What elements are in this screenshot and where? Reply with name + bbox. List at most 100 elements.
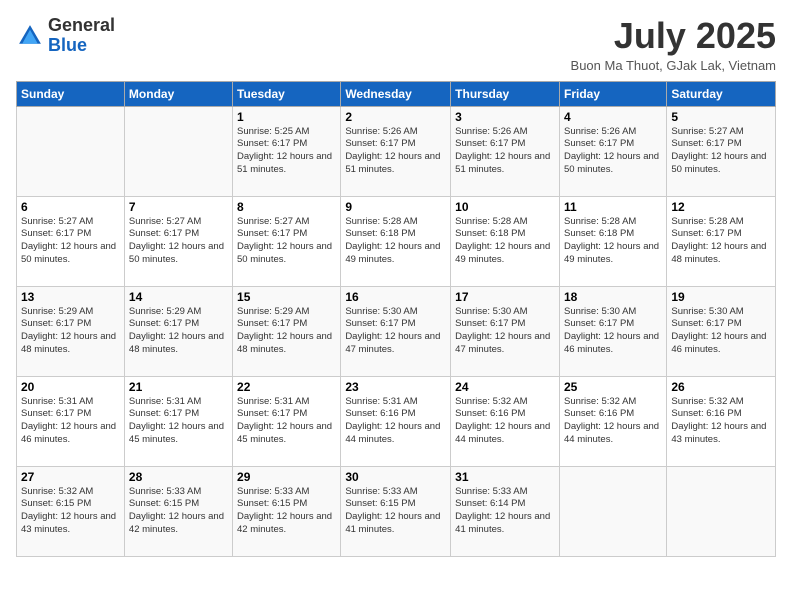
calendar-cell: 2 Sunrise: 5:26 AM Sunset: 6:17 PM Daylig… xyxy=(341,106,451,196)
day-number: 6 xyxy=(21,200,120,214)
day-info: Sunrise: 5:30 AM Sunset: 6:17 PM Dayligh… xyxy=(345,306,446,357)
calendar-header: SundayMondayTuesdayWednesdayThursdayFrid… xyxy=(17,81,776,106)
weekday-header-friday: Friday xyxy=(559,81,666,106)
calendar-cell: 30 Sunrise: 5:33 AM Sunset: 6:15 PM Dayli… xyxy=(341,466,451,556)
calendar-cell: 10Sunrise: 5:28 AM Sunset: 6:18 PM Dayli… xyxy=(451,196,560,286)
calendar-week-4: 20Sunrise: 5:31 AM Sunset: 6:17 PM Dayli… xyxy=(17,376,776,466)
day-info: Sunrise: 5:27 AM Sunset: 6:17 PM Dayligh… xyxy=(21,216,120,267)
calendar-cell: 23Sunrise: 5:31 AM Sunset: 6:16 PM Dayli… xyxy=(341,376,451,466)
calendar-cell xyxy=(667,466,776,556)
calendar-cell: 24Sunrise: 5:32 AM Sunset: 6:16 PM Dayli… xyxy=(451,376,560,466)
day-info: Sunrise: 5:33 AM Sunset: 6:15 PM Dayligh… xyxy=(237,486,336,537)
calendar-cell xyxy=(17,106,125,196)
day-info: Sunrise: 5:28 AM Sunset: 6:18 PM Dayligh… xyxy=(345,216,446,267)
day-number: 12 xyxy=(671,200,771,214)
title-block: July 2025 Buon Ma Thuot, GJak Lak, Vietn… xyxy=(571,16,776,73)
day-number: 15 xyxy=(237,290,336,304)
month-title: July 2025 xyxy=(571,16,776,56)
day-number: 31 xyxy=(455,470,555,484)
day-number: 7 xyxy=(129,200,228,214)
day-number: 20 xyxy=(21,380,120,394)
day-info: Sunrise: 5:25 AM Sunset: 6:17 PM Dayligh… xyxy=(237,126,336,177)
weekday-header-thursday: Thursday xyxy=(451,81,560,106)
calendar-cell: 16Sunrise: 5:30 AM Sunset: 6:17 PM Dayli… xyxy=(341,286,451,376)
calendar-week-1: 1 Sunrise: 5:25 AM Sunset: 6:17 PM Daylig… xyxy=(17,106,776,196)
calendar-cell: 7 Sunrise: 5:27 AM Sunset: 6:17 PM Daylig… xyxy=(124,196,232,286)
page-header: General Blue July 2025 Buon Ma Thuot, GJ… xyxy=(16,16,776,73)
day-info: Sunrise: 5:29 AM Sunset: 6:17 PM Dayligh… xyxy=(237,306,336,357)
calendar-cell: 18 Sunrise: 5:30 AM Sunset: 6:17 PM Dayli… xyxy=(559,286,666,376)
day-info: Sunrise: 5:31 AM Sunset: 6:16 PM Dayligh… xyxy=(345,396,446,447)
calendar-cell: 17Sunrise: 5:30 AM Sunset: 6:17 PM Dayli… xyxy=(451,286,560,376)
location: Buon Ma Thuot, GJak Lak, Vietnam xyxy=(571,58,776,73)
day-info: Sunrise: 5:32 AM Sunset: 6:15 PM Dayligh… xyxy=(21,486,120,537)
day-info: Sunrise: 5:29 AM Sunset: 6:17 PM Dayligh… xyxy=(129,306,228,357)
day-info: Sunrise: 5:32 AM Sunset: 6:16 PM Dayligh… xyxy=(564,396,662,447)
day-info: Sunrise: 5:27 AM Sunset: 6:17 PM Dayligh… xyxy=(129,216,228,267)
day-number: 2 xyxy=(345,110,446,124)
day-number: 8 xyxy=(237,200,336,214)
calendar-cell: 4 Sunrise: 5:26 AM Sunset: 6:17 PM Daylig… xyxy=(559,106,666,196)
calendar-body: 1 Sunrise: 5:25 AM Sunset: 6:17 PM Daylig… xyxy=(17,106,776,556)
day-info: Sunrise: 5:30 AM Sunset: 6:17 PM Dayligh… xyxy=(564,306,662,357)
calendar-cell: 31 Sunrise: 5:33 AM Sunset: 6:14 PM Dayli… xyxy=(451,466,560,556)
calendar-cell: 20Sunrise: 5:31 AM Sunset: 6:17 PM Dayli… xyxy=(17,376,125,466)
day-info: Sunrise: 5:30 AM Sunset: 6:17 PM Dayligh… xyxy=(671,306,771,357)
calendar-cell: 26Sunrise: 5:32 AM Sunset: 6:16 PM Dayli… xyxy=(667,376,776,466)
day-info: Sunrise: 5:33 AM Sunset: 6:15 PM Dayligh… xyxy=(345,486,446,537)
day-info: Sunrise: 5:33 AM Sunset: 6:14 PM Dayligh… xyxy=(455,486,555,537)
day-number: 28 xyxy=(129,470,228,484)
weekday-header-wednesday: Wednesday xyxy=(341,81,451,106)
calendar-cell: 15 Sunrise: 5:29 AM Sunset: 6:17 PM Dayli… xyxy=(233,286,341,376)
day-number: 19 xyxy=(671,290,771,304)
day-number: 27 xyxy=(21,470,120,484)
weekday-header-tuesday: Tuesday xyxy=(233,81,341,106)
day-number: 18 xyxy=(564,290,662,304)
calendar-cell: 19 Sunrise: 5:30 AM Sunset: 6:17 PM Dayli… xyxy=(667,286,776,376)
calendar-cell: 5 Sunrise: 5:27 AM Sunset: 6:17 PM Daylig… xyxy=(667,106,776,196)
calendar-week-2: 6 Sunrise: 5:27 AM Sunset: 6:17 PM Daylig… xyxy=(17,196,776,286)
calendar-cell xyxy=(124,106,232,196)
day-number: 1 xyxy=(237,110,336,124)
calendar-cell: 27 Sunrise: 5:32 AM Sunset: 6:15 PM Dayli… xyxy=(17,466,125,556)
day-number: 4 xyxy=(564,110,662,124)
calendar-cell: 1 Sunrise: 5:25 AM Sunset: 6:17 PM Daylig… xyxy=(233,106,341,196)
day-number: 9 xyxy=(345,200,446,214)
day-info: Sunrise: 5:26 AM Sunset: 6:17 PM Dayligh… xyxy=(564,126,662,177)
calendar-cell: 22Sunrise: 5:31 AM Sunset: 6:17 PM Dayli… xyxy=(233,376,341,466)
weekday-header-monday: Monday xyxy=(124,81,232,106)
weekday-header-saturday: Saturday xyxy=(667,81,776,106)
day-number: 17 xyxy=(455,290,555,304)
day-number: 3 xyxy=(455,110,555,124)
calendar-cell: 25 Sunrise: 5:32 AM Sunset: 6:16 PM Dayli… xyxy=(559,376,666,466)
calendar-cell: 11 Sunrise: 5:28 AM Sunset: 6:18 PM Dayli… xyxy=(559,196,666,286)
calendar-cell: 8 Sunrise: 5:27 AM Sunset: 6:17 PM Daylig… xyxy=(233,196,341,286)
weekday-header-sunday: Sunday xyxy=(17,81,125,106)
day-number: 26 xyxy=(671,380,771,394)
day-number: 10 xyxy=(455,200,555,214)
calendar-cell: 14Sunrise: 5:29 AM Sunset: 6:17 PM Dayli… xyxy=(124,286,232,376)
calendar-cell: 13Sunrise: 5:29 AM Sunset: 6:17 PM Dayli… xyxy=(17,286,125,376)
day-info: Sunrise: 5:27 AM Sunset: 6:17 PM Dayligh… xyxy=(671,126,771,177)
day-info: Sunrise: 5:33 AM Sunset: 6:15 PM Dayligh… xyxy=(129,486,228,537)
header-row: SundayMondayTuesdayWednesdayThursdayFrid… xyxy=(17,81,776,106)
calendar-cell: 9 Sunrise: 5:28 AM Sunset: 6:18 PM Daylig… xyxy=(341,196,451,286)
calendar-week-5: 27 Sunrise: 5:32 AM Sunset: 6:15 PM Dayli… xyxy=(17,466,776,556)
day-info: Sunrise: 5:28 AM Sunset: 6:18 PM Dayligh… xyxy=(564,216,662,267)
day-number: 30 xyxy=(345,470,446,484)
day-number: 11 xyxy=(564,200,662,214)
day-info: Sunrise: 5:28 AM Sunset: 6:17 PM Dayligh… xyxy=(671,216,771,267)
calendar-cell: 29Sunrise: 5:33 AM Sunset: 6:15 PM Dayli… xyxy=(233,466,341,556)
calendar-cell: 28 Sunrise: 5:33 AM Sunset: 6:15 PM Dayli… xyxy=(124,466,232,556)
calendar-week-3: 13Sunrise: 5:29 AM Sunset: 6:17 PM Dayli… xyxy=(17,286,776,376)
day-number: 25 xyxy=(564,380,662,394)
logo: General Blue xyxy=(16,16,115,56)
calendar-table: SundayMondayTuesdayWednesdayThursdayFrid… xyxy=(16,81,776,557)
day-number: 22 xyxy=(237,380,336,394)
day-info: Sunrise: 5:27 AM Sunset: 6:17 PM Dayligh… xyxy=(237,216,336,267)
day-number: 5 xyxy=(671,110,771,124)
day-info: Sunrise: 5:26 AM Sunset: 6:17 PM Dayligh… xyxy=(455,126,555,177)
logo-text: General Blue xyxy=(48,16,115,56)
calendar-cell xyxy=(559,466,666,556)
day-info: Sunrise: 5:26 AM Sunset: 6:17 PM Dayligh… xyxy=(345,126,446,177)
